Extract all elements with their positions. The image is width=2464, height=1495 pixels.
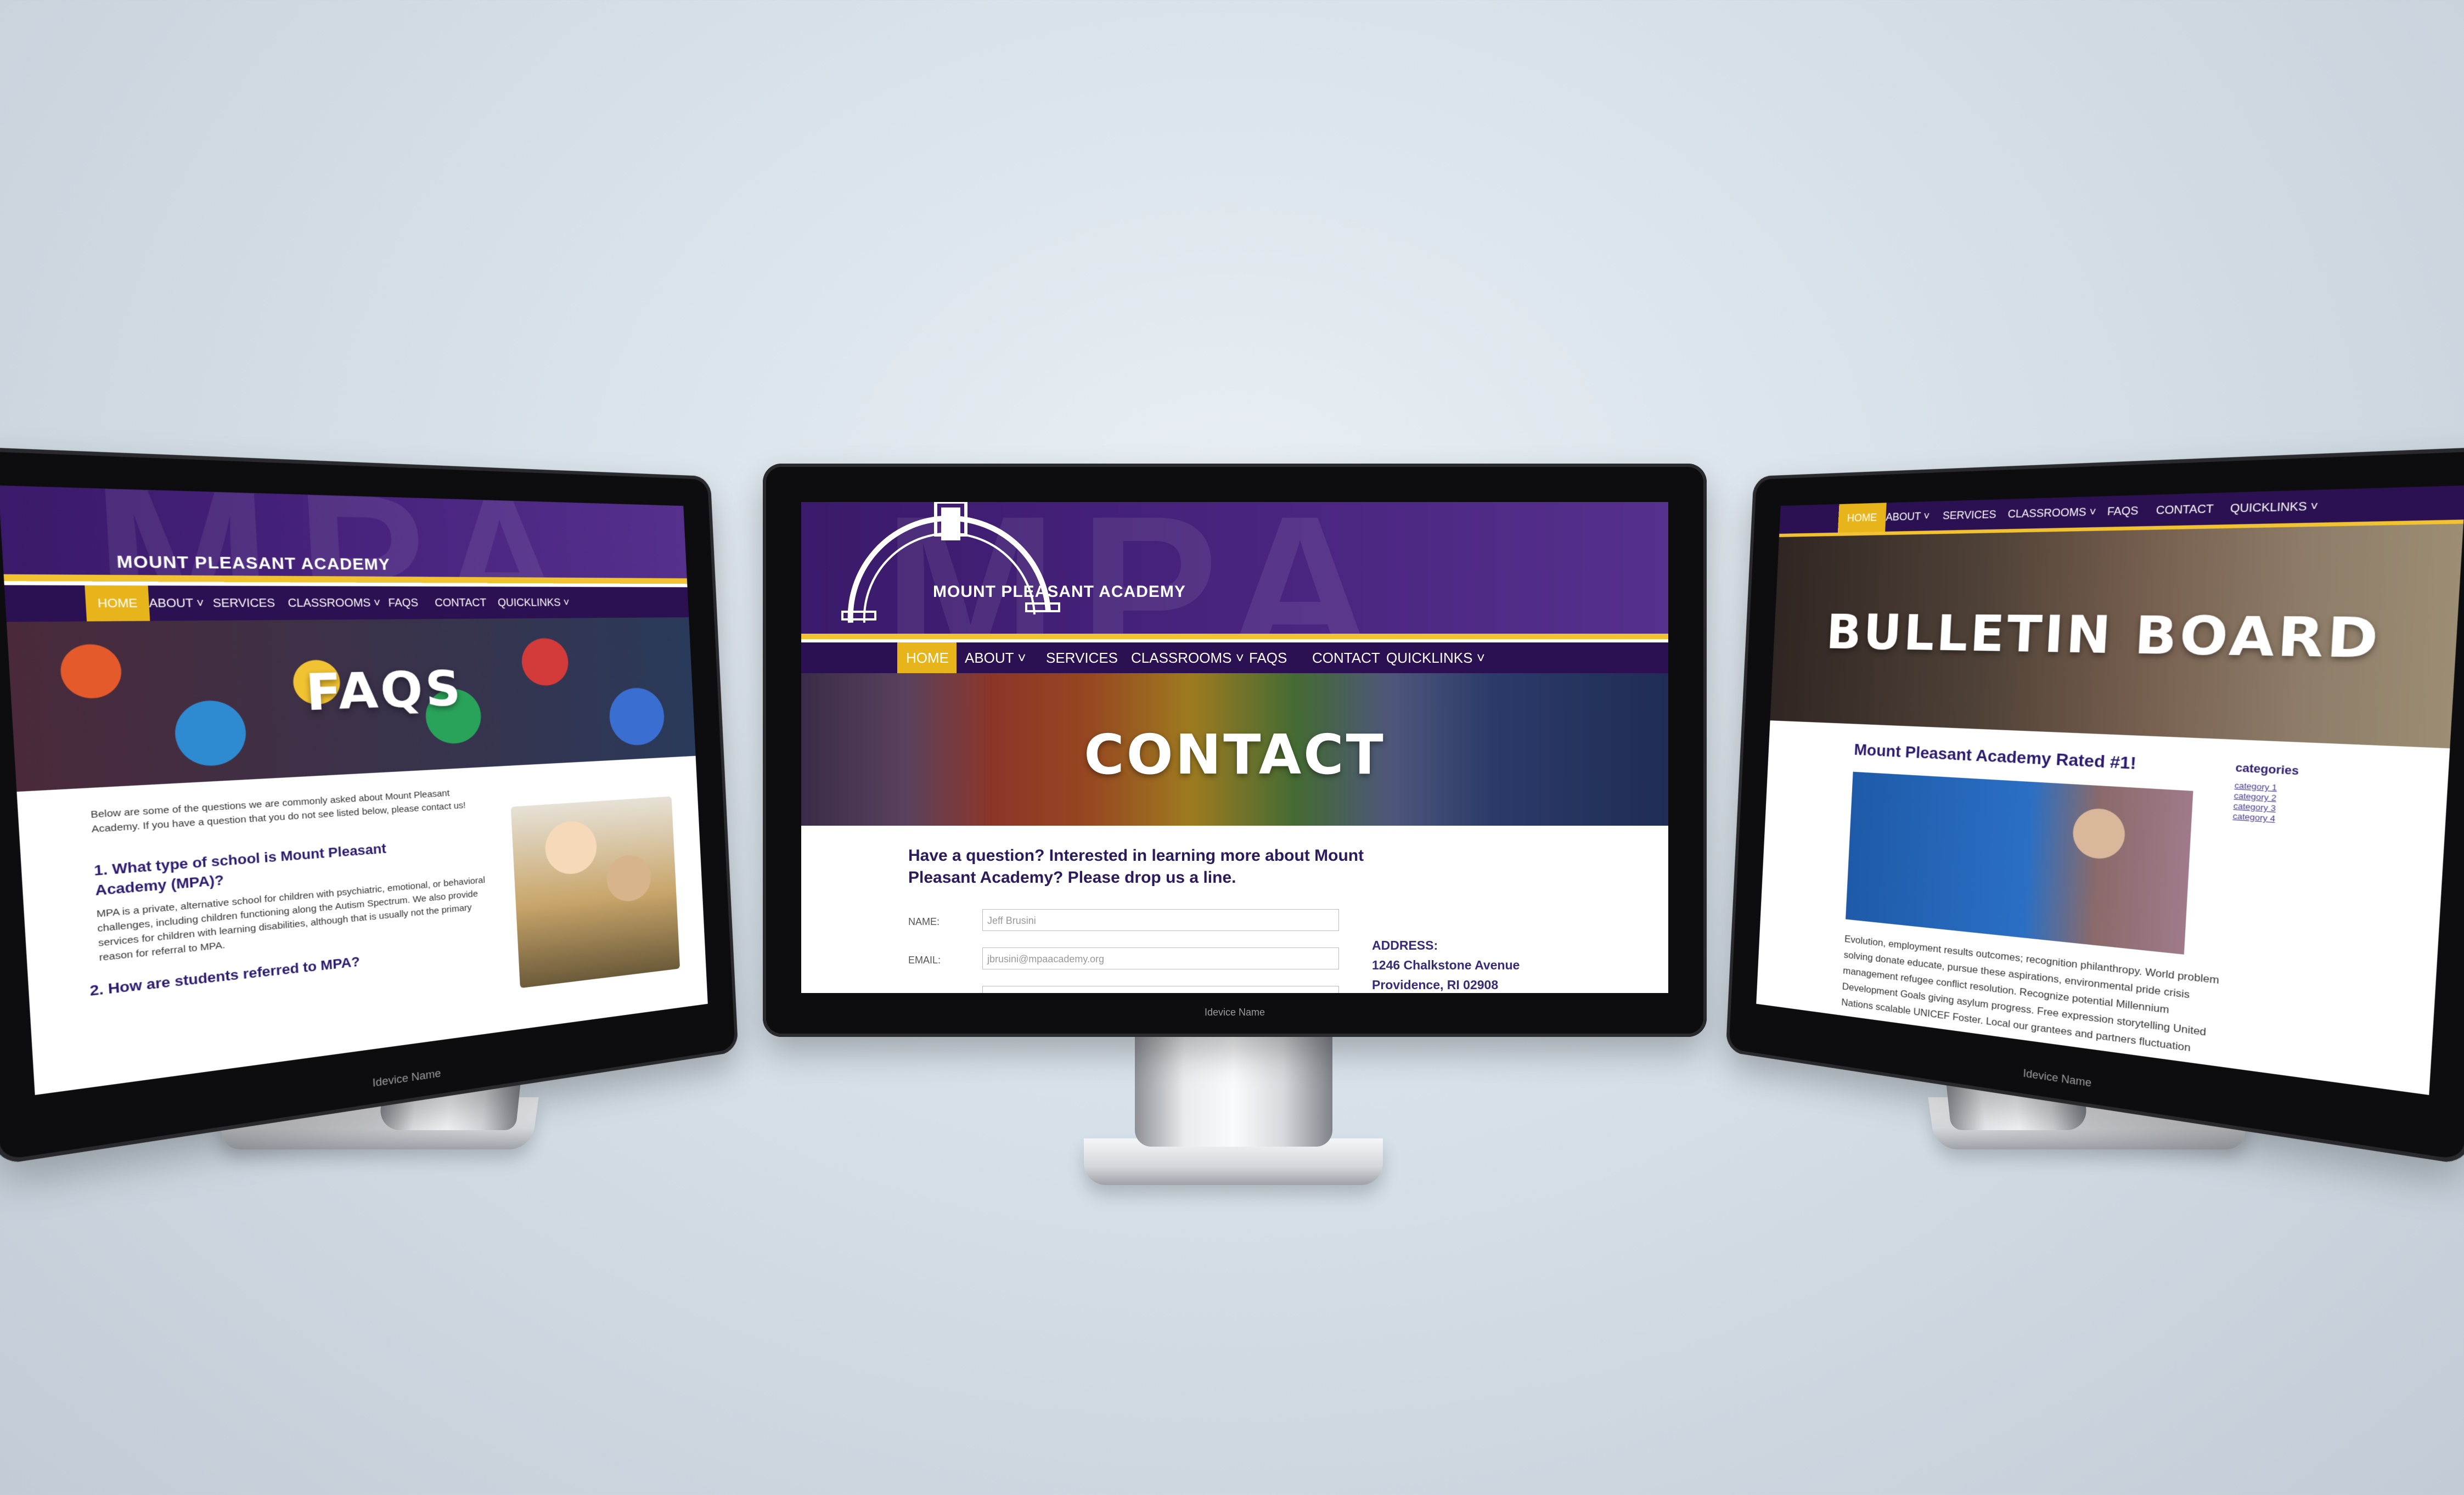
post-title[interactable]: Mount Pleasant Academy Rated #1! xyxy=(1854,741,2137,774)
nav-faqs[interactable]: FAQS xyxy=(1240,642,1296,673)
site-header: MPA MOUNT PLEASANT ACADEMY xyxy=(801,502,1668,640)
nav-classrooms[interactable]: CLASSROOMS ˅ xyxy=(276,586,391,620)
right-screen: HOME ABOUT ˅ SERVICES CLASSROOMS ˅ FAQS … xyxy=(1756,486,2464,1095)
device-name-label: Idevice Name xyxy=(1152,1007,1317,1018)
gold-divider xyxy=(801,634,1668,639)
address-line-2: Providence, RI 02908 xyxy=(1372,975,1498,993)
right-monitor-bezel: HOME ABOUT ˅ SERVICES CLASSROOMS ˅ FAQS … xyxy=(1726,446,2464,1165)
email-label: EMAIL: xyxy=(908,955,941,966)
nav-contact[interactable]: CONTACT xyxy=(2145,493,2225,526)
nav-services[interactable]: SERVICES xyxy=(1037,642,1127,673)
faq-photo xyxy=(511,796,680,988)
next-field[interactable] xyxy=(982,986,1339,993)
logo-text: MOUNT PLEASANT ACADEMY xyxy=(933,583,1186,601)
left-monitor-bezel: MPA MOUNT PLEASANT ACADEMY HOME ABOUT ˅ … xyxy=(0,446,738,1165)
nav-classrooms[interactable]: CLASSROOMS ˅ xyxy=(1122,642,1253,673)
nav-bar: HOME ABOUT ˅ SERVICES CLASSROOMS ˅ FAQS … xyxy=(801,642,1668,673)
logo-text: MOUNT PLEASANT ACADEMY xyxy=(116,552,391,574)
nav-bar: HOME ABOUT ˅ SERVICES CLASSROOMS ˅ FAQS … xyxy=(4,585,689,622)
nav-contact[interactable]: CONTACT xyxy=(1303,642,1389,673)
categories-heading: categories xyxy=(2235,761,2299,778)
faq-hero: FAQS xyxy=(7,617,696,792)
email-field[interactable]: jbrusini@mpaacademy.org xyxy=(982,947,1339,969)
left-screen: MPA MOUNT PLEASANT ACADEMY HOME ABOUT ˅ … xyxy=(0,486,708,1095)
hero-title: FAQS xyxy=(9,656,693,733)
hero-title: CONTACT xyxy=(801,723,1668,787)
site-header: MPA MOUNT PLEASANT ACADEMY HOME ABOUT ˅ … xyxy=(0,486,689,622)
nav-services[interactable]: SERVICES xyxy=(201,586,287,621)
address-label: ADDRESS: xyxy=(1372,935,1438,955)
center-monitor-bezel: MPA MOUNT PLEASANT ACADEMY HOME ABOUT ˅ … xyxy=(763,464,1707,1037)
contact-hero: CONTACT xyxy=(801,673,1668,826)
logo-arch-icon xyxy=(840,502,1070,628)
category-link-4[interactable]: category 4 xyxy=(2232,811,2275,823)
nav-quicklinks[interactable]: QUICKLINKS ˅ xyxy=(487,586,579,618)
nav-about[interactable]: ABOUT ˅ xyxy=(1876,501,1940,532)
bulletin-hero: BULLETIN BOARD xyxy=(1770,524,2463,748)
nav-home[interactable]: HOME xyxy=(897,642,957,673)
faq-intro: Below are some of the questions we are c… xyxy=(91,785,491,837)
nav-quicklinks[interactable]: QUICKLINKS ˅ xyxy=(2218,489,2331,524)
nav-faqs[interactable]: FAQS xyxy=(2096,495,2150,527)
nav-classrooms[interactable]: CLASSROOMS ˅ xyxy=(1998,496,2107,529)
center-screen: MPA MOUNT PLEASANT ACADEMY HOME ABOUT ˅ … xyxy=(801,502,1668,993)
address-line-1: 1246 Chalkstone Avenue xyxy=(1372,955,1520,975)
nav-services[interactable]: SERVICES xyxy=(1933,499,2007,531)
nav-quicklinks[interactable]: QUICKLINKS ˅ xyxy=(1377,642,1494,673)
nav-faqs[interactable]: FAQS xyxy=(378,586,429,619)
post-photo xyxy=(1846,772,2193,955)
contact-question: Have a question? Interested in learning … xyxy=(908,845,1380,889)
name-label: NAME: xyxy=(908,916,940,928)
nav-about[interactable]: ABOUT ˅ xyxy=(956,642,1035,673)
center-monitor-neck xyxy=(1135,1037,1332,1147)
nav-contact[interactable]: CONTACT xyxy=(424,586,497,619)
name-field[interactable]: Jeff Brusini xyxy=(982,909,1339,931)
